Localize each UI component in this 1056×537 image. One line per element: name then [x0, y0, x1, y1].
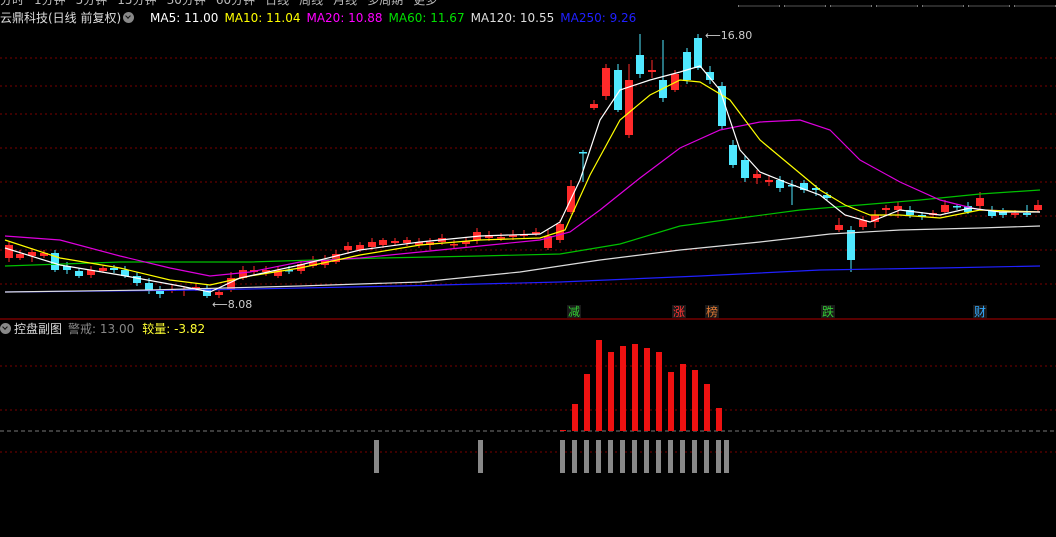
candle-body-72 — [847, 230, 855, 260]
sub-red-bar-4 — [608, 352, 614, 431]
event-marker-1: 涨 — [673, 304, 685, 319]
candle-body-32 — [379, 240, 387, 245]
sub-red-bar-12 — [704, 384, 710, 431]
sub-red-bar-10 — [680, 364, 686, 431]
value-label: 较量: -3.82 — [142, 322, 206, 336]
sub-gray-bar-6 — [608, 440, 613, 473]
sub-red-bar-1 — [572, 404, 578, 431]
stock-name: 云鼎科技(日线 前复权) — [0, 11, 122, 25]
sub-gray-bar-13 — [692, 440, 697, 473]
candle-body-87 — [1023, 213, 1031, 215]
ma-legend-3: MA60: 11.67 — [388, 11, 465, 25]
sub-gray-bar-16 — [724, 440, 729, 473]
sub-gray-bar-8 — [632, 440, 637, 473]
ma20-line — [4, 119, 1041, 277]
sub-gray-bar-14 — [704, 440, 709, 473]
candle-body-64 — [753, 174, 761, 178]
candle-body-12 — [145, 283, 153, 290]
sub-gray-bar-0 — [374, 440, 379, 473]
event-marker-3: 跌 — [822, 304, 834, 319]
ma-legend-4: MA120: 10.55 — [470, 11, 555, 25]
candle-body-88 — [1034, 205, 1042, 210]
candle-body-80 — [941, 205, 949, 212]
candle-body-6 — [75, 271, 83, 276]
chevron-down-icon[interactable] — [0, 323, 11, 334]
sub-gray-bar-10 — [656, 440, 661, 473]
sub-gray-bar-9 — [644, 440, 649, 473]
candle-body-81 — [953, 206, 961, 208]
candle-body-65 — [765, 180, 773, 182]
ma5-line — [4, 65, 1040, 293]
sub-gray-bar-1 — [478, 440, 483, 473]
candle-body-71 — [835, 225, 843, 230]
high-label: ⟵16.80 — [705, 29, 752, 42]
sub-gray-bar-5 — [596, 440, 601, 473]
warn-label: 警戒: 13.00 — [68, 322, 135, 336]
sub-gray-bar-3 — [572, 440, 577, 473]
candle-body-34 — [403, 240, 411, 243]
candle-body-33 — [391, 241, 399, 243]
candle-body-76 — [894, 206, 902, 210]
candle-body-51 — [602, 68, 610, 96]
candle-body-8 — [99, 268, 107, 271]
low-label: ⟵8.08 — [212, 298, 252, 311]
candle-body-0 — [5, 245, 13, 258]
sub-red-bar-0 — [560, 430, 566, 431]
ma-legend-1: MA10: 11.04 — [224, 11, 301, 25]
ma60-line — [4, 189, 1041, 267]
candle-body-9 — [110, 268, 118, 270]
candle-body-62 — [729, 145, 737, 165]
kline-chart[interactable]: ⟵16.80 ⟵8.08 减 涨 榜 跌 财 — [0, 0, 1056, 537]
sub-red-bar-7 — [644, 348, 650, 431]
ma-legend-5: MA250: 9.26 — [560, 11, 637, 25]
candle-body-42 — [497, 237, 505, 239]
sub-red-bar-3 — [596, 340, 602, 431]
sub-gray-bar-11 — [668, 440, 673, 473]
chevron-down-icon[interactable] — [123, 12, 135, 23]
sub-indicator-line: 控盘副图 警戒: 13.00 较量: -3.82 — [0, 321, 205, 337]
candle-body-63 — [741, 160, 749, 178]
candle-body-31 — [368, 242, 376, 247]
candle-body-49 — [579, 152, 587, 154]
candle-body-83 — [976, 198, 984, 206]
candle-body-18 — [215, 292, 223, 295]
candle-body-38 — [450, 244, 458, 246]
candle-body-58 — [683, 52, 691, 80]
stock-title[interactable]: 云鼎科技(日线 前复权) — [0, 11, 144, 25]
sub-red-bar-8 — [656, 352, 662, 431]
sub-gray-bar-7 — [620, 440, 625, 473]
ma-legend-2: MA20: 10.88 — [306, 11, 383, 25]
sub-red-bar-2 — [584, 374, 590, 431]
candle-body-54 — [636, 55, 644, 74]
sub-red-bar-6 — [632, 344, 638, 431]
sub-title: 控盘副图 — [14, 322, 63, 336]
sub-gray-bar-4 — [584, 440, 589, 473]
candle-body-75 — [882, 208, 890, 210]
sub-red-bar-5 — [620, 346, 626, 431]
candle-body-1 — [16, 254, 24, 258]
event-marker-4: 财 — [974, 305, 986, 319]
candle-body-55 — [648, 70, 656, 72]
sub-gray-bar-15 — [716, 440, 721, 473]
event-marker-2: 榜 — [706, 304, 718, 319]
candle-body-50 — [590, 104, 598, 108]
sub-red-bar-9 — [668, 372, 674, 431]
sub-gray-bar-2 — [560, 440, 565, 473]
candle-body-59 — [694, 38, 702, 68]
main-indicator-line: 云鼎科技(日线 前复权) MA5: 11.00 MA10: 11.04 MA20: … — [0, 9, 648, 27]
sub-red-bar-11 — [692, 370, 698, 431]
candle-body-29 — [344, 246, 352, 250]
sub-red-bar-13 — [716, 408, 722, 431]
candle-body-86 — [1011, 213, 1019, 215]
event-marker-0: 减 — [568, 305, 580, 319]
sub-gray-bar-12 — [680, 440, 685, 473]
ma-legend-0: MA5: 11.00 — [150, 11, 219, 25]
